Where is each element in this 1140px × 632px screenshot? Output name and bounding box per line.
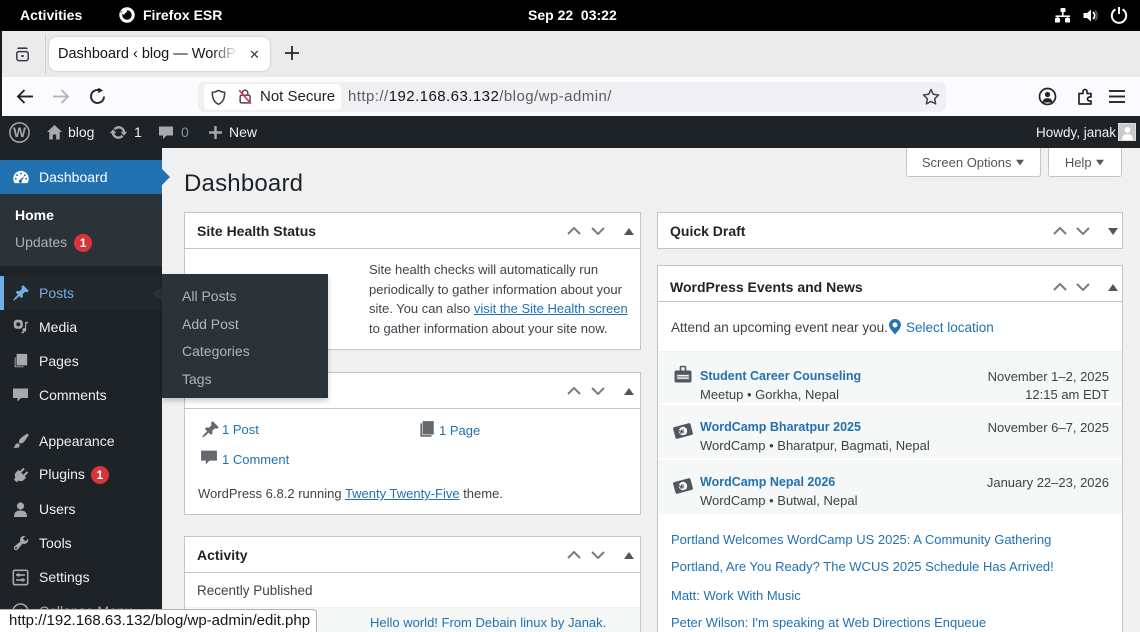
svg-text:W: W xyxy=(13,125,26,140)
